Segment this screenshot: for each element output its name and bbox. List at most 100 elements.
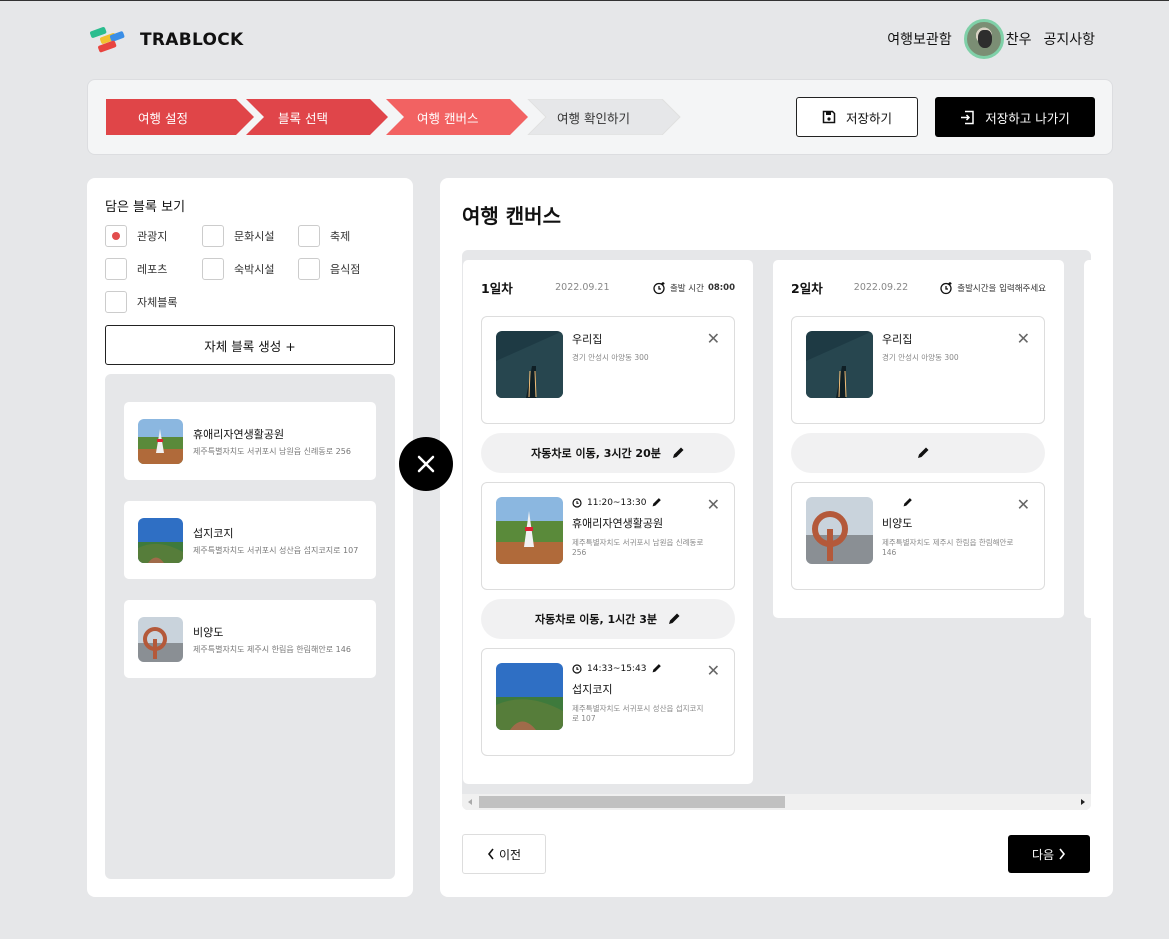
place-card[interactable]: 비양도 제주특별자치도 제주시 한림읍 한림해안로 146 ✕ [791, 482, 1045, 590]
step-trip-settings[interactable]: 여행 설정 [138, 99, 188, 135]
pencil-icon[interactable] [671, 446, 685, 460]
place-card[interactable]: 우리집 경기 안성시 아양동 300 ✕ [481, 316, 735, 424]
day-column [1084, 260, 1091, 618]
pencil-icon[interactable] [651, 497, 662, 508]
checkbox-checked[interactable] [105, 225, 127, 247]
top-nav: 여행보관함 찬우 공지사항 [887, 19, 1095, 59]
visit-time[interactable] [882, 497, 913, 508]
trip-canvas: 1일차 2022.09.21 출발 시간 08:00 우리집 경기 안성시 아양… [462, 250, 1091, 810]
day-date: 2022.09.21 [555, 282, 610, 293]
departure-time[interactable]: 출발시간을 입력해주세요 [939, 281, 1046, 295]
avatar[interactable] [963, 19, 1004, 59]
filter-leisure[interactable]: 레포츠 [105, 258, 167, 280]
place-photo [138, 517, 183, 563]
scroll-left-icon[interactable] [465, 794, 475, 810]
block-address: 제주특별자치도 제주시 한림읍 한림해안로 146 [193, 644, 351, 654]
place-address: 제주특별자치도 서귀포시 성산읍 섭지코지로 107 [572, 704, 704, 724]
clock-icon [572, 497, 582, 508]
place-photo [806, 331, 873, 398]
place-photo [496, 331, 563, 398]
block-name: 휴애리자연생활공원 [193, 427, 285, 441]
step-block-select[interactable]: 블록 선택 [278, 99, 328, 135]
visit-time[interactable]: 11:20~13:30 [572, 497, 662, 508]
block-address: 제주특별자치도 서귀포시 성산읍 섭지코지로 107 [193, 545, 359, 555]
checkbox[interactable] [298, 258, 320, 280]
user-name[interactable]: 찬우 [1006, 29, 1032, 49]
remove-place-icon[interactable]: ✕ [707, 331, 720, 347]
save-button[interactable]: 저장하기 [796, 97, 918, 137]
block-name: 비양도 [193, 625, 224, 639]
place-address: 경기 안성시 아양동 300 [882, 353, 959, 362]
departure-time[interactable]: 출발 시간 08:00 [652, 281, 735, 295]
block-card[interactable]: 비양도 제주특별자치도 제주시 한림읍 한림해안로 146 [124, 600, 376, 678]
logo[interactable]: TRABLOCK [86, 25, 244, 55]
filter-custom-block[interactable]: 자체블록 [105, 291, 177, 313]
block-name: 섭지코지 [193, 526, 234, 540]
horizontal-scrollbar[interactable] [462, 794, 1091, 810]
place-card[interactable]: 14:33~15:43 섭지코지 제주특별자치도 서귀포시 성산읍 섭지코지로 … [481, 648, 735, 756]
place-photo [138, 418, 183, 464]
day-label: 1일차 [481, 281, 513, 296]
visit-time[interactable]: 14:33~15:43 [572, 663, 662, 674]
filter-lodging[interactable]: 숙박시설 [202, 258, 274, 280]
place-card[interactable]: 11:20~13:30 휴애리자연생활공원 제주특별자치도 서귀포시 남원읍 신… [481, 482, 735, 590]
place-card[interactable]: 우리집 경기 안성시 아양동 300 ✕ [791, 316, 1045, 424]
place-address: 제주특별자치도 제주시 한림읍 한림해안로 146 [882, 538, 1014, 558]
pencil-icon[interactable] [902, 497, 913, 508]
remove-place-icon[interactable]: ✕ [1017, 497, 1030, 513]
pencil-icon[interactable] [651, 663, 662, 674]
block-card[interactable]: 휴애리자연생활공원 제주특별자치도 서귀포시 남원읍 신례동로 256 [124, 402, 376, 480]
logo-text: TRABLOCK [140, 30, 244, 50]
step-trip-canvas[interactable]: 여행 캔버스 [417, 99, 478, 135]
chevron-left-icon [487, 848, 494, 860]
place-name: 우리집 [882, 333, 913, 346]
day-column: 2일차 2022.09.22 출발시간을 입력해주세요 우리집 경기 안성시 아… [773, 260, 1064, 618]
chevron-right-icon [1059, 848, 1066, 860]
pencil-icon[interactable] [916, 446, 930, 460]
filter-culture[interactable]: 문화시설 [202, 225, 274, 247]
place-photo [496, 497, 563, 564]
checkbox[interactable] [105, 258, 127, 280]
close-panel-button[interactable] [399, 437, 453, 491]
day-column: 1일차 2022.09.21 출발 시간 08:00 우리집 경기 안성시 아양… [463, 260, 753, 784]
pencil-icon[interactable] [667, 612, 681, 626]
clock-plus-icon [940, 281, 952, 294]
move-info[interactable]: 자동차로 이동, 1시간 3분 [481, 599, 735, 639]
checkbox[interactable] [298, 225, 320, 247]
place-photo [496, 663, 563, 730]
place-name: 우리집 [572, 333, 603, 346]
block-address: 제주특별자치도 서귀포시 남원읍 신례동로 256 [193, 446, 351, 456]
filter-tourist[interactable]: 관광지 [105, 225, 167, 247]
move-info[interactable] [791, 433, 1045, 473]
stepper: 여행 설정 블록 선택 여행 캔버스 여행 확인하기 [106, 99, 686, 135]
close-icon [417, 455, 435, 473]
block-card[interactable]: 섭지코지 제주특별자치도 서귀포시 성산읍 섭지코지로 107 [124, 501, 376, 579]
clock-plus-icon [653, 281, 665, 294]
remove-place-icon[interactable]: ✕ [707, 497, 720, 513]
place-name: 휴애리자연생활공원 [572, 517, 664, 530]
step-trip-confirm[interactable]: 여행 확인하기 [557, 99, 630, 135]
prev-button[interactable]: 이전 [462, 834, 546, 874]
page-title: 여행 캔버스 [462, 204, 561, 228]
create-block-button[interactable]: 자체 블록 생성 + [105, 325, 395, 365]
save-and-exit-button[interactable]: 저장하고 나가기 [935, 97, 1095, 137]
block-list: 휴애리자연생활공원 제주특별자치도 서귀포시 남원읍 신례동로 256 섭지코지… [105, 374, 395, 879]
checkbox[interactable] [202, 225, 224, 247]
remove-place-icon[interactable]: ✕ [707, 663, 720, 679]
move-info[interactable]: 자동차로 이동, 3시간 20분 [481, 433, 735, 473]
scroll-right-icon[interactable] [1078, 794, 1088, 810]
filter-restaurant[interactable]: 음식점 [298, 258, 360, 280]
day-header: 1일차 2022.09.21 출발 시간 08:00 [481, 278, 735, 297]
next-button[interactable]: 다음 [1008, 835, 1090, 873]
nav-notice-link[interactable]: 공지사항 [1043, 29, 1095, 49]
remove-place-icon[interactable]: ✕ [1017, 331, 1030, 347]
day-date: 2022.09.22 [853, 282, 909, 293]
checkbox[interactable] [105, 291, 127, 313]
place-photo [806, 497, 873, 564]
place-name: 비양도 [882, 517, 913, 530]
filter-festival[interactable]: 축제 [298, 225, 350, 247]
user-menu[interactable]: 찬우 [963, 19, 1032, 59]
scroll-thumb[interactable] [479, 796, 785, 808]
checkbox[interactable] [202, 258, 224, 280]
nav-storage-link[interactable]: 여행보관함 [887, 29, 951, 49]
